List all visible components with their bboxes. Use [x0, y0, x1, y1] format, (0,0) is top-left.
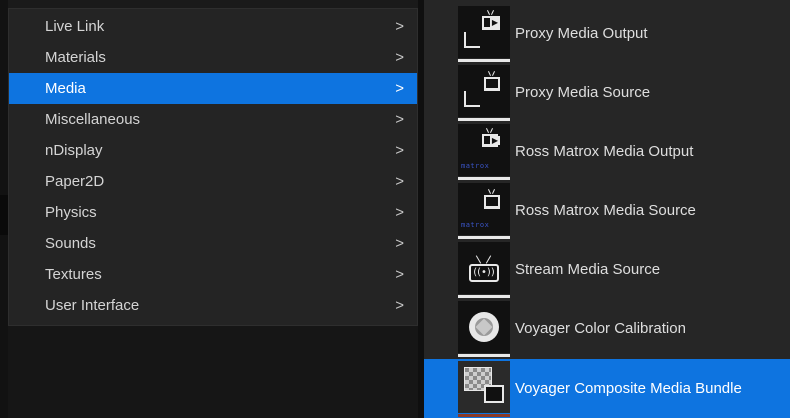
- voyager-color-calibration-icon: [458, 301, 510, 357]
- submenu-item-label: Proxy Media Source: [515, 84, 651, 101]
- menu-item-paper2d[interactable]: Paper2D >: [9, 166, 417, 197]
- matrox-brand-text: matrox: [461, 162, 490, 170]
- chevron-right-icon: >: [395, 204, 404, 221]
- submenu-item-label: Voyager Color Calibration: [515, 320, 686, 337]
- menu-item-label: nDisplay: [45, 142, 103, 159]
- chevron-right-icon: >: [395, 266, 404, 283]
- proxy-media-output-icon: ▶: [458, 6, 510, 62]
- menu-item-ndisplay[interactable]: nDisplay >: [9, 135, 417, 166]
- menu-item-label: Paper2D: [45, 173, 105, 190]
- voyager-composite-media-bundle-icon: [458, 361, 510, 417]
- menu-item-label: Materials: [45, 49, 106, 66]
- menu-item-sounds[interactable]: Sounds >: [9, 228, 417, 259]
- submenu-item-ross-matrox-media-source[interactable]: matrox Ross Matrox Media Source: [424, 181, 790, 240]
- ross-matrox-media-output-icon: ▶ matrox: [458, 124, 510, 180]
- chevron-right-icon: >: [395, 235, 404, 252]
- menu-item-live-link[interactable]: Live Link >: [9, 11, 417, 42]
- left-edge-panel: [0, 0, 8, 418]
- menu-item-miscellaneous[interactable]: Miscellaneous >: [9, 104, 417, 135]
- menu-item-media[interactable]: Media >: [9, 73, 417, 104]
- media-submenu: ▶ Proxy Media Output Proxy Media Source …: [424, 0, 790, 418]
- submenu-item-label: Ross Matrox Media Output: [515, 143, 694, 160]
- chevron-right-icon: >: [395, 18, 404, 35]
- chevron-right-icon: >: [395, 80, 404, 97]
- menu-item-label: Miscellaneous: [45, 111, 141, 128]
- menu-item-label: Live Link: [45, 18, 105, 35]
- menu-item-label: Physics: [45, 204, 97, 221]
- submenu-item-voyager-composite-media-bundle[interactable]: Voyager Composite Media Bundle: [424, 359, 790, 418]
- chevron-right-icon: >: [395, 173, 404, 190]
- submenu-item-ross-matrox-media-output[interactable]: ▶ matrox Ross Matrox Media Output: [424, 122, 790, 181]
- menu-item-user-interface[interactable]: User Interface >: [9, 290, 417, 321]
- menu-item-label: Media: [45, 80, 86, 97]
- menu-item-physics[interactable]: Physics >: [9, 197, 417, 228]
- menu-item-label: User Interface: [45, 297, 140, 314]
- submenu-item-label: Ross Matrox Media Source: [515, 202, 696, 219]
- proxy-media-source-icon: [458, 65, 510, 121]
- submenu-item-stream-media-source[interactable]: ((•)) Stream Media Source: [424, 240, 790, 299]
- submenu-item-label: Stream Media Source: [515, 261, 661, 278]
- ross-matrox-media-source-icon: matrox: [458, 183, 510, 239]
- chevron-right-icon: >: [395, 297, 404, 314]
- submenu-item-label: Voyager Composite Media Bundle: [515, 380, 742, 397]
- stream-media-source-icon: ((•)): [458, 242, 510, 298]
- menu-item-label: Textures: [45, 266, 102, 283]
- left-edge-notch: [0, 195, 8, 235]
- chevron-right-icon: >: [395, 111, 404, 128]
- chevron-right-icon: >: [395, 49, 404, 66]
- matrox-brand-text: matrox: [461, 221, 490, 229]
- submenu-item-voyager-color-calibration[interactable]: Voyager Color Calibration: [424, 299, 790, 358]
- menu-footer-area: [8, 326, 418, 418]
- chevron-right-icon: >: [395, 142, 404, 159]
- category-menu: Live Link > Materials > Media > Miscella…: [8, 8, 418, 326]
- menu-item-label: Sounds: [45, 235, 96, 252]
- menu-item-materials[interactable]: Materials >: [9, 42, 417, 73]
- menu-item-textures[interactable]: Textures >: [9, 259, 417, 290]
- submenu-item-label: Proxy Media Output: [515, 25, 648, 42]
- submenu-item-proxy-media-output[interactable]: ▶ Proxy Media Output: [424, 4, 790, 63]
- submenu-item-proxy-media-source[interactable]: Proxy Media Source: [424, 63, 790, 122]
